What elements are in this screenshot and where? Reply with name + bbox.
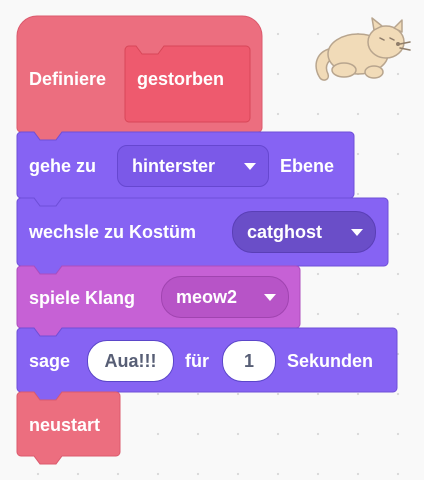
sound-dropdown[interactable]: meow2 (161, 276, 289, 318)
goto-layer-suffix: Ebene (280, 156, 335, 176)
layer-dropdown[interactable]: hinterster (117, 145, 269, 187)
play-sound-label: spiele Klang (29, 288, 136, 308)
costume-dropdown[interactable]: catghost (232, 211, 376, 253)
define-name: gestorben (137, 69, 225, 89)
chevron-down-icon (351, 229, 363, 236)
chevron-down-icon (244, 163, 256, 170)
say-seconds-suffix: Sekunden (287, 351, 374, 371)
costume-dropdown-value: catghost (247, 221, 323, 242)
cat-sprite-icon (315, 17, 411, 81)
say-for-label: für (185, 351, 209, 371)
define-label: Definiere (29, 69, 107, 89)
call-neustart-label: neustart (29, 415, 101, 435)
sound-dropdown-value: meow2 (176, 286, 238, 307)
chevron-down-icon (264, 294, 276, 301)
say-label: sage (29, 351, 71, 371)
layer-dropdown-value: hinterster (132, 155, 216, 176)
switch-costume-label: wechsle zu Kostüm (29, 222, 197, 242)
say-message-input[interactable]: Aua!!! (87, 340, 174, 382)
goto-layer-prefix: gehe zu (29, 156, 97, 176)
say-seconds-input[interactable]: 1 (222, 340, 276, 382)
